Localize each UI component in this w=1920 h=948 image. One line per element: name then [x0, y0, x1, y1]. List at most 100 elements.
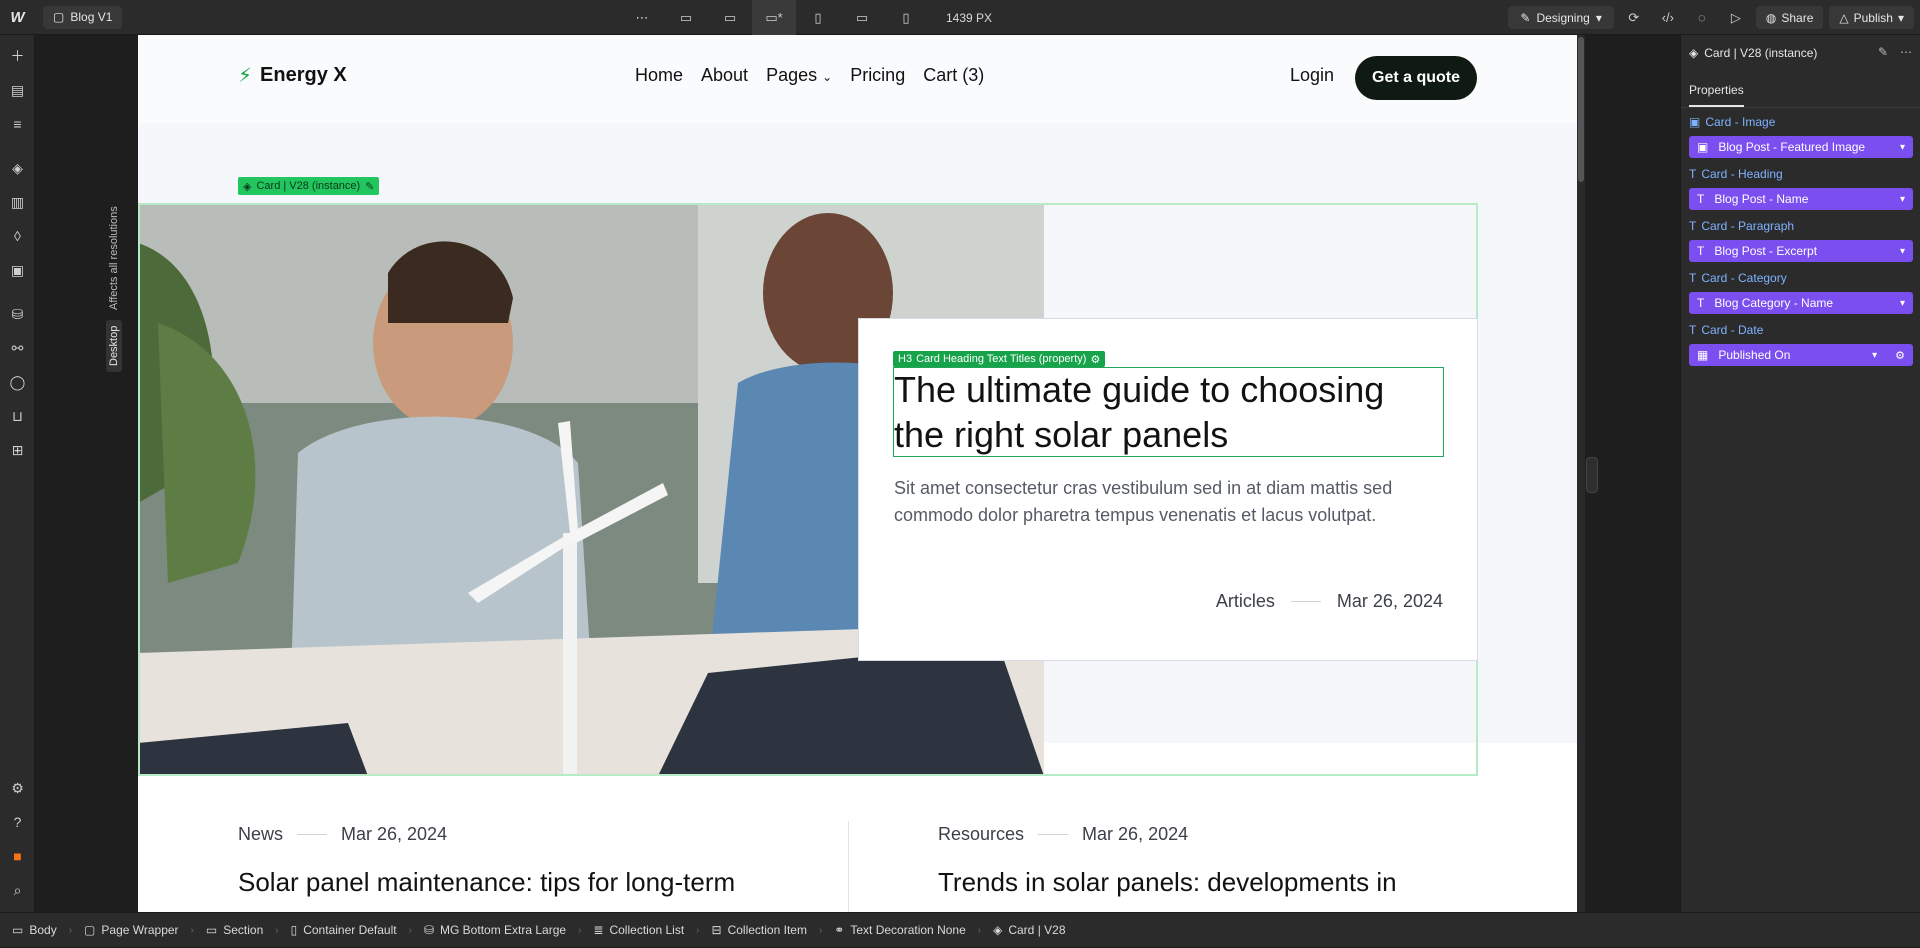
users-icon[interactable]: ◯: [0, 367, 35, 397]
search-icon[interactable]: ⌕: [0, 875, 35, 905]
brand-name: Energy X: [260, 64, 347, 86]
text-icon: T: [1697, 192, 1705, 206]
edit-component-icon[interactable]: ✎: [1878, 45, 1888, 59]
page-selector[interactable]: ▢ Blog V1: [43, 5, 123, 29]
share-button[interactable]: ◍ Share: [1755, 6, 1824, 29]
nav-link-about[interactable]: About: [701, 65, 748, 86]
breakpoint-mobile-icon[interactable]: ▯: [884, 0, 928, 35]
sync-icon[interactable]: ⟳: [1620, 4, 1648, 32]
add-icon[interactable]: ＋: [0, 41, 35, 71]
card-content[interactable]: H3 Card Heading Text Titles (property) ⚙…: [858, 318, 1478, 661]
breadcrumb-item[interactable]: ≣ Collection List: [581, 913, 696, 948]
mode-dropdown[interactable]: ✎ Designing ▾: [1508, 6, 1614, 29]
code-icon[interactable]: ‹/›: [1654, 4, 1682, 32]
help-icon[interactable]: ?: [0, 807, 35, 837]
card-category[interactable]: Articles: [1216, 591, 1275, 612]
audit-icon[interactable]: ■: [0, 841, 35, 871]
page-icon: ▢: [53, 10, 65, 24]
component-icon: ◈: [1689, 46, 1699, 60]
breadcrumb-item[interactable]: ⛁ MG Bottom Extra Large: [412, 913, 578, 948]
prop-label-text: Card - Image: [1705, 115, 1776, 129]
card-date[interactable]: Mar 26, 2024: [1337, 591, 1443, 612]
prop-field-card-image[interactable]: ▣ Blog Post - Featured Image ▾: [1689, 136, 1913, 158]
canvas-resize-handle[interactable]: [1586, 457, 1598, 493]
comment-icon[interactable]: ◌: [1688, 4, 1716, 32]
list-item[interactable]: News Mar 26, 2024 Solar panel maintenanc…: [238, 824, 735, 898]
settings-cog-icon[interactable]: ⚙: [1895, 349, 1905, 362]
ecommerce-icon[interactable]: ⊔: [0, 401, 35, 431]
prop-field-card-date[interactable]: ▦ Published On ▾ ⚙: [1689, 344, 1913, 366]
breakpoint-landscape-icon[interactable]: ▭: [840, 0, 884, 35]
brand-logo[interactable]: ⚡ Energy X: [238, 63, 347, 88]
settings-icon[interactable]: ⚙: [0, 773, 35, 803]
variables-icon[interactable]: ▥: [0, 187, 35, 217]
nav-link-home[interactable]: Home: [635, 65, 683, 86]
panel-title: ◈ Card | V28 (instance): [1689, 46, 1817, 60]
chevron-down-icon: ▾: [1899, 245, 1905, 257]
breakpoint-label[interactable]: Desktop: [106, 319, 122, 372]
breadcrumb-label: Section: [223, 923, 264, 937]
publish-button[interactable]: △ Publish ▾: [1829, 6, 1914, 29]
heading-selection-tag[interactable]: H3 Card Heading Text Titles (property) ⚙: [893, 351, 1106, 367]
breakpoint-tablet-icon[interactable]: ▯: [796, 0, 840, 35]
list-item[interactable]: Resources Mar 26, 2024 Trends in solar p…: [938, 824, 1397, 898]
get-quote-button[interactable]: Get a quote: [1355, 56, 1478, 100]
prop-label-card-heading: T Card - Heading: [1689, 167, 1783, 181]
breadcrumb-item[interactable]: ⊟ Collection Item: [700, 913, 819, 948]
breadcrumb-item[interactable]: ▯ Container Default: [279, 913, 409, 948]
breadcrumb-item[interactable]: ▢ Page Wrapper: [72, 913, 191, 948]
collection-item-icon: ⊟: [711, 923, 722, 937]
webflow-logo[interactable]: W: [0, 0, 35, 35]
prop-label-text: Card - Date: [1701, 323, 1764, 337]
assets-icon[interactable]: ▣: [0, 255, 35, 285]
breakpoint-large-desktop-icon[interactable]: ▭: [664, 0, 708, 35]
post-date: Mar 26, 2024: [1082, 824, 1189, 844]
components-icon[interactable]: ◈: [0, 153, 35, 183]
pages-icon[interactable]: ▤: [0, 75, 35, 105]
prop-field-card-heading[interactable]: T Blog Post - Name ▾: [1689, 188, 1913, 210]
card-tag-label: Card | V28 (instance): [256, 180, 361, 192]
login-link[interactable]: Login: [1290, 65, 1334, 86]
link-icon: ⚭: [834, 923, 845, 937]
navigator-icon[interactable]: ≡: [0, 109, 35, 139]
tab-properties[interactable]: Properties: [1689, 83, 1744, 107]
body-icon: ▭: [12, 923, 24, 937]
panel-title-label: Card | V28 (instance): [1704, 46, 1818, 60]
breadcrumb-item[interactable]: ◈ Card | V28: [981, 913, 1077, 948]
breadcrumb-item[interactable]: ▭ Section: [194, 913, 275, 948]
canvas-page[interactable]: ⚡ Energy X Home About Pages ⌄ Pricing Ca…: [138, 35, 1577, 912]
nav-link-cart[interactable]: Cart (3): [923, 65, 984, 86]
component-icon: ◈: [243, 180, 252, 193]
nav-links: Home About Pages ⌄ Pricing Cart (3): [635, 65, 984, 86]
component-icon: ◈: [993, 923, 1003, 937]
breakpoint-base-icon[interactable]: ▭*: [752, 0, 796, 35]
more-options-icon[interactable]: ⋯: [620, 0, 664, 35]
prop-label-text: Card - Heading: [1701, 167, 1783, 181]
nav-link-pricing[interactable]: Pricing: [850, 65, 905, 86]
prop-label-card-date: T Card - Date: [1689, 323, 1763, 337]
scroll-thumb[interactable]: [1578, 37, 1584, 182]
prop-label-text: Card - Category: [1701, 271, 1787, 285]
text-icon: T: [1697, 244, 1705, 258]
more-options-icon[interactable]: ⋯: [1900, 45, 1912, 59]
prop-field-card-paragraph[interactable]: T Blog Post - Excerpt ▾: [1689, 240, 1913, 262]
meta-divider: [297, 834, 328, 835]
styles-icon[interactable]: ◊: [0, 221, 35, 251]
breadcrumb-item[interactable]: ▭ Body: [0, 913, 69, 948]
card-heading[interactable]: The ultimate guide to choosing the right…: [894, 367, 1434, 457]
post-meta: Resources Mar 26, 2024: [938, 824, 1397, 845]
canvas-scrollbar[interactable]: [1577, 35, 1585, 912]
apps-icon[interactable]: ⊞: [0, 435, 35, 465]
card-excerpt[interactable]: Sit amet consectetur cras vestibulum sed…: [894, 475, 1454, 529]
breadcrumb-item[interactable]: ⚭ Text Decoration None: [822, 913, 977, 948]
breadcrumb-label: MG Bottom Extra Large: [440, 923, 567, 937]
prop-field-card-category[interactable]: T Blog Category - Name ▾: [1689, 292, 1913, 314]
breakpoint-desktop-icon[interactable]: ▭: [708, 0, 752, 35]
card-meta: Articles Mar 26, 2024: [1216, 591, 1443, 612]
card-selection-tag[interactable]: ◈ Card | V28 (instance) ✎: [238, 177, 380, 195]
preview-play-icon[interactable]: ▷: [1722, 4, 1750, 32]
chevron-down-icon: ▾: [1899, 297, 1905, 309]
nav-link-pages[interactable]: Pages ⌄: [766, 65, 832, 86]
cms-icon[interactable]: ⛁: [0, 299, 35, 329]
logic-icon[interactable]: ⚯: [0, 333, 35, 363]
